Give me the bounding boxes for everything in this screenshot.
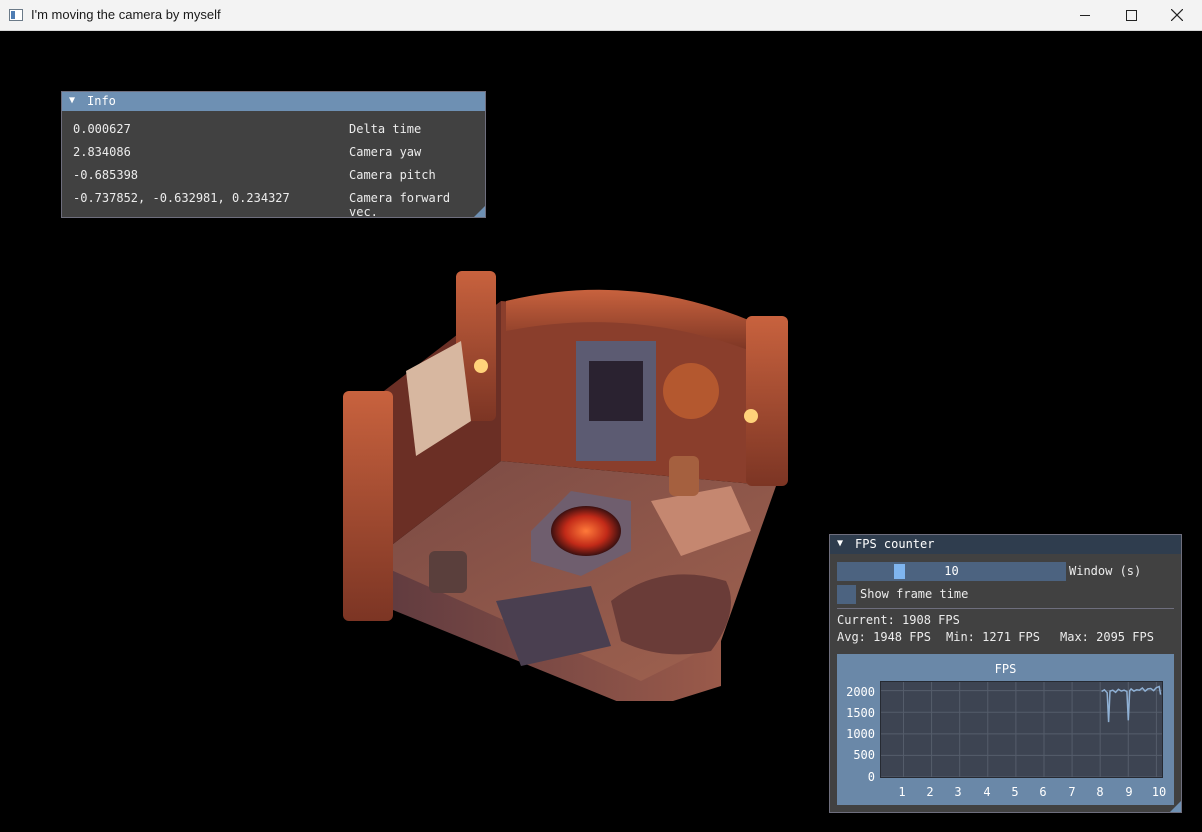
info-panel[interactable]: ▼ Info 0.000627 Delta time 2.834086 Came…	[61, 91, 486, 219]
x-tick-label: 1	[898, 785, 906, 799]
info-panel-header[interactable]: ▼ Info	[62, 92, 485, 111]
info-value: -0.737852, -0.632981, 0.234327	[73, 191, 290, 205]
info-row-delta-time: 0.000627 Delta time	[73, 122, 478, 138]
avg-fps-text: Avg: 1948 FPS	[837, 630, 931, 644]
y-tick-label: 500	[853, 748, 875, 762]
separator	[837, 608, 1174, 609]
render-viewport[interactable]: ▼ Info 0.000627 Delta time 2.834086 Came…	[1, 31, 1201, 831]
info-value: 2.834086	[73, 145, 131, 159]
window-title: I'm moving the camera by myself	[31, 7, 221, 22]
tavern-diorama-render	[343, 271, 788, 701]
close-icon	[1171, 9, 1183, 21]
info-panel-title: Info	[87, 94, 116, 108]
info-row-camera-pitch: -0.685398 Camera pitch	[73, 168, 478, 184]
fps-counter-panel[interactable]: ▼ FPS counter 10 Window (s) Show frame t…	[829, 534, 1182, 813]
min-fps-text: Min: 1271 FPS	[946, 630, 1040, 644]
y-tick-label: 1500	[846, 706, 875, 720]
x-tick-label: 7	[1068, 785, 1076, 799]
close-button[interactable]	[1154, 0, 1200, 30]
info-label: Delta time	[349, 122, 422, 136]
app-icon	[9, 9, 23, 21]
max-fps-text: Max: 2095 FPS	[1060, 630, 1154, 644]
minimize-button[interactable]	[1062, 0, 1108, 30]
fps-series-line	[1101, 685, 1162, 723]
window-seconds-slider[interactable]: 10	[837, 562, 1066, 581]
maximize-button[interactable]	[1108, 0, 1154, 30]
plot-area	[880, 681, 1163, 778]
slider-value: 10	[944, 564, 959, 578]
current-fps-text: Current: 1908 FPS	[837, 613, 960, 627]
fps-panel-title: FPS counter	[855, 537, 935, 551]
info-row-camera-forward: -0.737852, -0.632981, 0.234327 Camera fo…	[73, 191, 478, 219]
checkbox-label: Show frame time	[860, 587, 969, 601]
plot-title: FPS	[994, 662, 1017, 676]
collapse-triangle-icon[interactable]: ▼	[69, 95, 75, 106]
x-tick-label: 10	[1151, 785, 1167, 799]
x-tick-label: 2	[926, 785, 934, 799]
fps-panel-header[interactable]: ▼ FPS counter	[830, 535, 1181, 554]
slider-label: Window (s)	[1069, 564, 1142, 578]
x-tick-label: 6	[1039, 785, 1047, 799]
fps-line-plot	[881, 682, 1162, 777]
resize-grip[interactable]	[474, 206, 485, 217]
window-titlebar[interactable]: I'm moving the camera by myself	[0, 0, 1202, 31]
x-tick-label: 3	[954, 785, 962, 799]
info-label: Camera pitch	[349, 168, 436, 182]
info-label: Camera forward vec.	[349, 191, 451, 219]
info-value: -0.685398	[73, 168, 139, 182]
resize-grip[interactable]	[1170, 801, 1181, 812]
x-tick-label: 4	[983, 785, 991, 799]
show-frame-time-checkbox[interactable]	[837, 585, 856, 604]
y-tick-label: 0	[867, 770, 875, 784]
collapse-triangle-icon[interactable]: ▼	[837, 538, 843, 549]
y-tick-label: 1000	[846, 727, 875, 741]
info-row-camera-yaw: 2.834086 Camera yaw	[73, 145, 478, 161]
x-tick-label: 8	[1096, 785, 1104, 799]
x-tick-label: 5	[1011, 785, 1019, 799]
info-label: Camera yaw	[349, 145, 422, 159]
fps-plot: FPS 2000 1500 1000 500 0 1 2 3 4 5 6 7 8…	[837, 654, 1174, 805]
y-tick-label: 2000	[846, 685, 875, 699]
info-value: 0.000627	[73, 122, 131, 136]
x-tick-label: 9	[1125, 785, 1133, 799]
